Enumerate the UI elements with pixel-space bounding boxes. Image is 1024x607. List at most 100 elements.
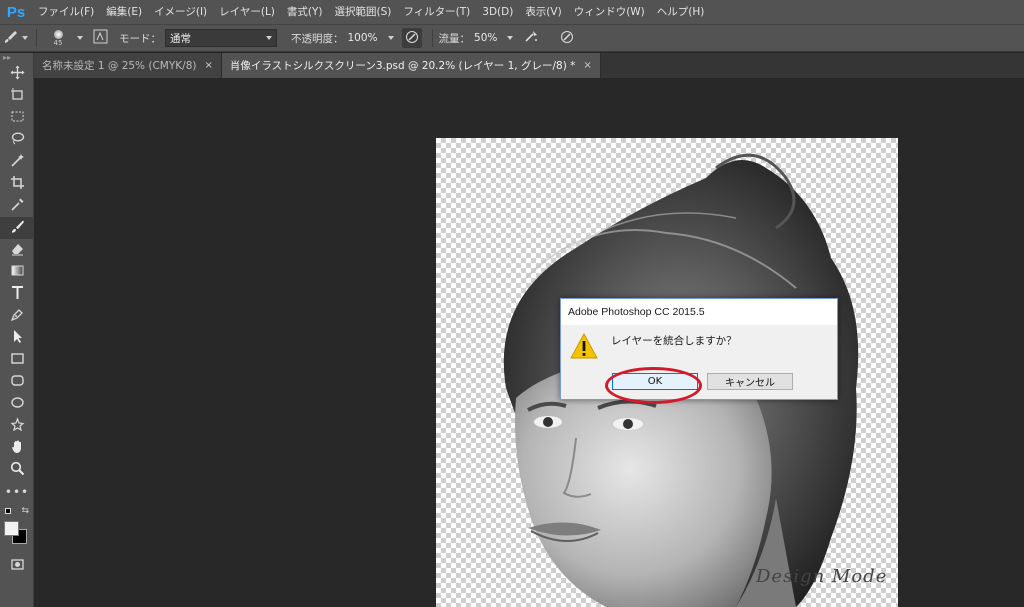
ellipse-tool[interactable] [0, 393, 34, 415]
swap-colors-icon[interactable]: ⇆ [21, 506, 29, 516]
default-colors-icon[interactable] [5, 508, 11, 514]
airbrush-icon [524, 29, 539, 47]
quick-mask-icon [10, 557, 25, 575]
pen-icon [10, 307, 25, 325]
quick-mask-toggle[interactable] [0, 555, 34, 577]
tab-label: 肖像イラストシルクスクリーン3.psd @ 20.2% (レイヤー 1, グレー… [229, 60, 576, 72]
flow-value: 50% [474, 32, 498, 44]
eraser-tool[interactable] [0, 239, 34, 261]
opacity-value: 100% [347, 32, 378, 44]
menu-layer[interactable]: レイヤー(L) [213, 0, 281, 24]
artboard-tool[interactable] [0, 85, 34, 107]
canvas-area[interactable]: Design Mode [34, 78, 1024, 607]
signature-watermark: Design Mode [756, 566, 888, 587]
artboard-icon [10, 87, 25, 105]
menu-image[interactable]: イメージ(I) [148, 0, 213, 24]
hand-tool[interactable] [0, 437, 34, 459]
eyedropper-icon [10, 197, 25, 215]
brush-icon [10, 219, 25, 237]
separator [431, 29, 433, 47]
separator [36, 29, 37, 47]
chevron-down-icon [266, 36, 272, 40]
lasso-tool[interactable] [0, 129, 34, 151]
more-tools[interactable]: ••• [0, 481, 34, 503]
airbrush-toggle[interactable] [521, 24, 541, 52]
photoshop-logo: Ps [6, 3, 26, 21]
mode-label: モード： [119, 32, 161, 45]
crop-tool[interactable] [0, 173, 34, 195]
mode-value: 通常 [170, 32, 191, 45]
magnifier-icon [10, 461, 25, 479]
marquee-tool[interactable] [0, 107, 34, 129]
menu-filter[interactable]: フィルター(T) [397, 0, 476, 24]
toolbox-grip-icon[interactable]: ▸▸ [0, 53, 33, 63]
arrow-pointer-icon [10, 329, 25, 347]
menu-file[interactable]: ファイル(F) [32, 0, 100, 24]
menu-items: ファイル(F) 編集(E) イメージ(I) レイヤー(L) 書式(Y) 選択範囲… [32, 0, 710, 24]
brush-size-label: 45 [53, 38, 63, 47]
gradient-icon [10, 263, 25, 281]
rounded-rectangle-tool[interactable] [0, 371, 34, 393]
menu-window[interactable]: ウィンドウ(W) [568, 0, 651, 24]
warning-icon [570, 332, 598, 359]
tab-untitled-1[interactable]: 名称未設定 1 @ 25% (CMYK/8) × [34, 53, 222, 78]
eyedropper-tool[interactable] [0, 195, 34, 217]
rounded-rectangle-icon [10, 373, 25, 391]
mode-select[interactable]: 通常 [165, 29, 277, 47]
opacity-field[interactable]: 100% [348, 24, 394, 52]
hand-icon [10, 439, 25, 457]
eraser-icon [10, 241, 25, 259]
chevron-down-icon[interactable] [77, 36, 83, 40]
chevron-down-icon[interactable] [387, 36, 394, 40]
chevron-down-icon[interactable] [507, 36, 514, 40]
zoom-tool[interactable] [0, 459, 34, 481]
brush-tool[interactable] [0, 217, 34, 239]
brush-panel-icon [93, 29, 108, 47]
path-selection-tool[interactable] [0, 327, 34, 349]
menu-bar: Ps ファイル(F) 編集(E) イメージ(I) レイヤー(L) 書式(Y) 選… [0, 0, 1024, 24]
color-swatches [0, 519, 33, 549]
tool-preset-picker[interactable] [0, 24, 30, 52]
tab-portrait-psd[interactable]: 肖像イラストシルクスクリーン3.psd @ 20.2% (レイヤー 1, グレー… [221, 53, 601, 78]
foreground-color-swatch[interactable] [4, 521, 19, 536]
pressure-opacity-toggle[interactable] [401, 28, 422, 48]
opacity-label: 不透明度： [291, 32, 344, 45]
gradient-tool[interactable] [0, 261, 34, 283]
pressure-size-toggle[interactable] [557, 24, 577, 52]
toolbox: ▸▸ ••• ⇆ [0, 53, 34, 607]
menu-select[interactable]: 選択範囲(S) [329, 0, 398, 24]
brush-panel-toggle[interactable] [91, 24, 109, 52]
pen-pressure-size-icon [560, 30, 574, 47]
chevron-down-icon [22, 36, 28, 40]
type-icon [10, 285, 25, 303]
pen-tool[interactable] [0, 305, 34, 327]
menu-3d[interactable]: 3D(D) [476, 0, 519, 24]
type-tool[interactable] [0, 283, 34, 305]
ellipse-icon [10, 395, 25, 413]
custom-shape-icon [10, 417, 25, 435]
rectangle-icon [10, 351, 25, 369]
brush-preset-picker[interactable]: 45 [43, 24, 73, 52]
menu-view[interactable]: 表示(V) [519, 0, 567, 24]
quick-selection-tool[interactable] [0, 151, 34, 173]
lasso-icon [10, 131, 25, 149]
move-icon [10, 65, 25, 83]
move-tool[interactable] [0, 63, 34, 85]
menu-edit[interactable]: 編集(E) [100, 0, 148, 24]
tab-label: 名称未設定 1 @ 25% (CMYK/8) [42, 60, 197, 72]
document-tabs: 名称未設定 1 @ 25% (CMYK/8) × 肖像イラストシルクスクリーン3… [34, 53, 1024, 78]
menu-help[interactable]: ヘルプ(H) [651, 0, 711, 24]
brush-tool-icon [2, 29, 18, 48]
close-icon[interactable]: × [583, 60, 591, 71]
ellipsis-icon: ••• [4, 485, 30, 499]
color-controls: ⇆ [0, 503, 34, 519]
flow-field[interactable]: 50% [474, 24, 514, 52]
close-icon[interactable]: × [204, 60, 212, 71]
cancel-button[interactable]: キャンセル [707, 373, 793, 390]
rectangular-marquee-icon [10, 109, 25, 127]
menu-type[interactable]: 書式(Y) [281, 0, 329, 24]
dialog-title: Adobe Photoshop CC 2015.5 [561, 299, 837, 325]
rectangle-tool[interactable] [0, 349, 34, 371]
crop-icon [10, 175, 25, 193]
custom-shape-tool[interactable] [0, 415, 34, 437]
